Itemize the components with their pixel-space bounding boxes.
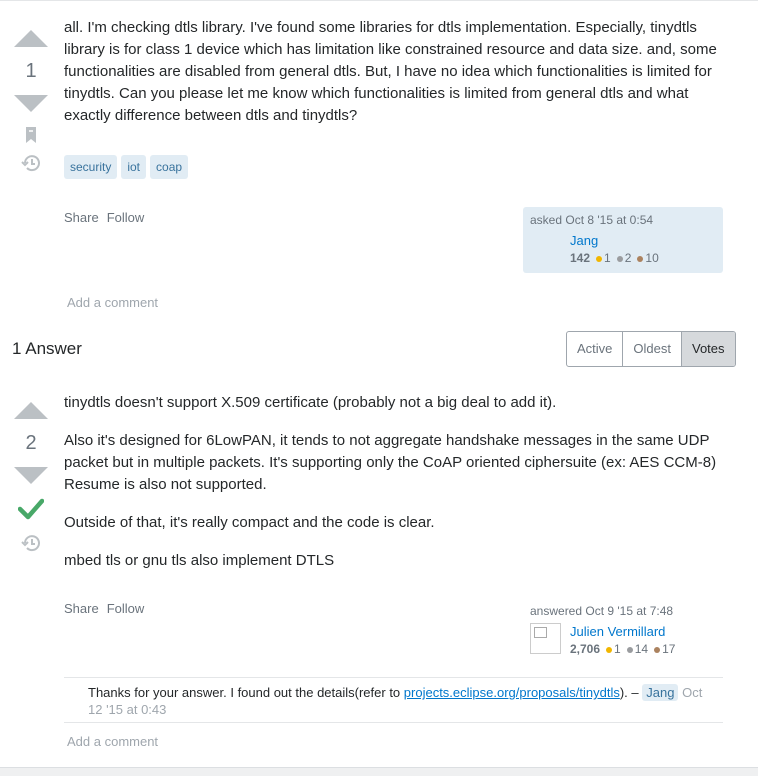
upvote-arrow-icon[interactable] bbox=[14, 402, 48, 419]
answerer-usercard: answered Oct 9 '15 at 7:48 Julien Vermil… bbox=[523, 597, 723, 663]
sort-tab-votes[interactable]: Votes bbox=[681, 332, 735, 366]
accepted-check-icon bbox=[18, 498, 44, 520]
avatar[interactable] bbox=[530, 623, 561, 654]
answerer-name[interactable]: Julien Vermillard bbox=[570, 624, 665, 639]
sort-tab-oldest[interactable]: Oldest bbox=[623, 332, 682, 366]
tag-coap[interactable]: coap bbox=[150, 155, 189, 179]
answer-paragraph: Outside of that, it's really compact and… bbox=[64, 514, 435, 531]
silver-badge-icon bbox=[616, 255, 623, 262]
asker-name[interactable]: Jang bbox=[570, 233, 598, 248]
question-post-menu: Share Follow bbox=[64, 210, 144, 225]
gold-badge-icon bbox=[596, 255, 603, 262]
follow-link[interactable]: Follow bbox=[107, 601, 145, 616]
silver-badge-icon bbox=[626, 646, 633, 653]
bookmark-icon[interactable] bbox=[24, 126, 38, 144]
comment-link[interactable]: projects.eclipse.org/proposals/tinydtls bbox=[404, 685, 620, 700]
top-divider bbox=[0, 0, 758, 1]
bronze-badge-count: 17 bbox=[662, 642, 676, 656]
answer-post-menu: Share Follow bbox=[64, 601, 144, 616]
reputation-score: 2,706 bbox=[570, 642, 601, 656]
comment-text: Thanks for your answer. I found out the … bbox=[88, 685, 404, 700]
question-add-comment[interactable]: Add a comment bbox=[67, 295, 158, 310]
comments-divider bbox=[64, 677, 723, 678]
bronze-badge-icon bbox=[654, 646, 661, 653]
share-link[interactable]: Share bbox=[64, 210, 99, 225]
reputation-score: 142 bbox=[570, 251, 591, 265]
tag-security[interactable]: security bbox=[64, 155, 118, 179]
comments-divider bbox=[64, 722, 723, 723]
answer-add-comment[interactable]: Add a comment bbox=[67, 734, 158, 749]
silver-badge-count: 2 bbox=[624, 251, 632, 265]
asker-reputation: 142 1 2 10 bbox=[570, 251, 659, 265]
sort-tab-active[interactable]: Active bbox=[567, 332, 624, 366]
gold-badge-icon bbox=[606, 646, 613, 653]
gold-badge-count: 1 bbox=[604, 251, 611, 265]
answer-paragraph: Also it's designed for 6LowPAN, it tends… bbox=[64, 432, 717, 493]
gold-badge-count: 1 bbox=[614, 642, 621, 656]
answer-paragraph: tinydtls doesn't support X.509 certifica… bbox=[64, 394, 557, 411]
question-vote-cell: 1 bbox=[10, 30, 52, 172]
answer-body: tinydtls doesn't support X.509 certifica… bbox=[64, 392, 724, 572]
answer-paragraph: mbed tls or gnu tls also implement DTLS bbox=[64, 552, 335, 569]
question-score: 1 bbox=[25, 60, 37, 82]
comment: Thanks for your answer. I found out the … bbox=[88, 684, 718, 718]
bronze-badge-count: 10 bbox=[645, 251, 659, 265]
downvote-arrow-icon[interactable] bbox=[14, 467, 48, 484]
bronze-badge-icon bbox=[637, 255, 644, 262]
history-icon[interactable] bbox=[21, 534, 41, 552]
question-body: all. I'm checking dtls library. I've fou… bbox=[64, 17, 724, 127]
answer-vote-cell: 2 bbox=[10, 402, 52, 552]
downvote-arrow-icon[interactable] bbox=[14, 95, 48, 112]
follow-link[interactable]: Follow bbox=[107, 210, 145, 225]
comment-user[interactable]: Jang bbox=[642, 684, 679, 701]
question-text: all. I'm checking dtls library. I've fou… bbox=[64, 19, 717, 124]
answer-sort-tabs: Active Oldest Votes bbox=[566, 331, 736, 367]
answerer-reputation: 2,706 1 14 17 bbox=[570, 642, 675, 656]
asked-time: asked Oct 8 '15 at 0:54 bbox=[530, 213, 654, 227]
answer-score: 2 bbox=[25, 432, 37, 454]
silver-badge-count: 14 bbox=[634, 642, 649, 656]
question-tags: security iot coap bbox=[64, 155, 189, 179]
tag-iot[interactable]: iot bbox=[121, 155, 147, 179]
upvote-arrow-icon[interactable] bbox=[14, 30, 48, 47]
answered-time: answered Oct 9 '15 at 7:48 bbox=[530, 604, 674, 618]
asker-usercard: asked Oct 8 '15 at 0:54 Jang 142 1 2 10 bbox=[523, 207, 723, 273]
share-link[interactable]: Share bbox=[64, 601, 99, 616]
comment-text-end: ). – bbox=[619, 685, 639, 700]
history-icon[interactable] bbox=[21, 154, 41, 172]
answers-count-header: 1 Answer bbox=[12, 339, 82, 358]
